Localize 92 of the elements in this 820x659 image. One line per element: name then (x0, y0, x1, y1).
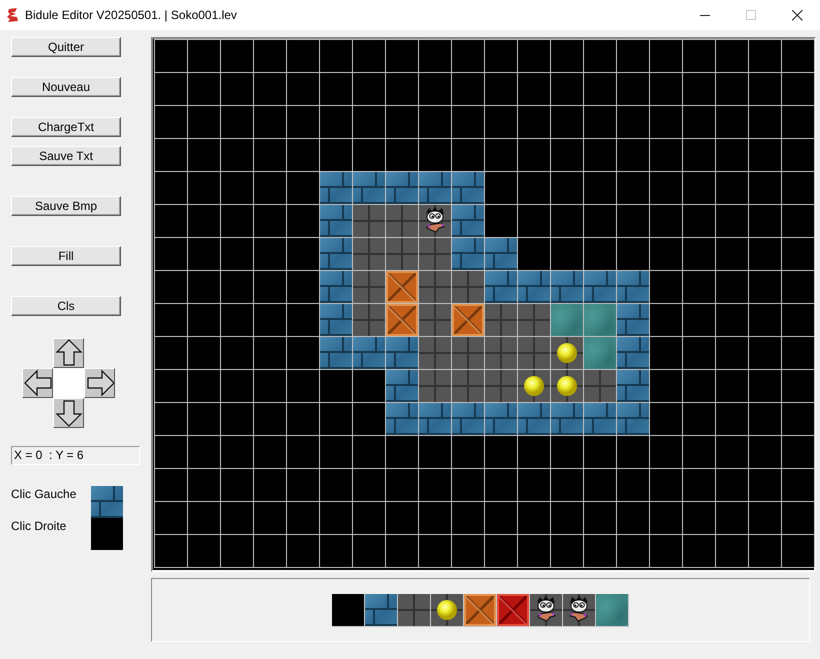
brush-label: Clic Gauche (11, 486, 78, 503)
wall-tile[interactable] (320, 172, 352, 204)
wall-tile[interactable] (320, 205, 352, 237)
close-icon (792, 10, 802, 20)
coordinates-field: X = 0 : Y = 6 (11, 446, 140, 465)
maximize-icon (746, 10, 756, 20)
down-arrow-button[interactable] (53, 398, 84, 428)
wall-tile[interactable] (386, 337, 418, 369)
wall-tile[interactable] (452, 403, 484, 435)
wall-tile[interactable] (551, 271, 583, 303)
wall-tile[interactable] (353, 172, 385, 204)
floor-tile[interactable] (419, 337, 451, 369)
wall-tile[interactable] (584, 271, 616, 303)
floor-tile[interactable] (419, 238, 451, 270)
wall-tile[interactable] (584, 403, 616, 435)
crate-on-goal-tile[interactable] (497, 594, 529, 626)
goal-tile[interactable] (584, 304, 616, 336)
floor-tile[interactable] (518, 304, 550, 336)
ball-tile[interactable] (431, 594, 463, 626)
crate-tile[interactable] (452, 304, 484, 336)
right-arrow-button[interactable] (84, 368, 115, 398)
toolbar-button[interactable]: ChargeTxt (11, 117, 121, 137)
player-tile[interactable] (419, 205, 451, 237)
wall-tile[interactable] (386, 403, 418, 435)
floor-tile[interactable] (419, 304, 451, 336)
ball-tile[interactable] (551, 337, 583, 369)
wall-tile[interactable] (617, 403, 649, 435)
player-tile[interactable] (530, 594, 562, 626)
ball-tile[interactable] (551, 370, 583, 402)
goal-tile[interactable] (584, 337, 616, 369)
toolbar-button[interactable]: Cls (11, 296, 121, 316)
wall-tile[interactable] (518, 403, 550, 435)
goal-tile[interactable] (596, 594, 628, 626)
wall-tile[interactable] (617, 304, 649, 336)
wall-tile[interactable] (386, 370, 418, 402)
crate-tile[interactable] (464, 594, 496, 626)
floor-tile[interactable] (518, 337, 550, 369)
wall-tile[interactable] (518, 271, 550, 303)
wall-tile[interactable] (485, 238, 517, 270)
player-tile[interactable] (563, 594, 595, 626)
toolbar-button[interactable]: Quitter (11, 37, 121, 57)
floor-tile[interactable] (452, 370, 484, 402)
brush-label: Clic Droite (11, 518, 68, 535)
crate-tile[interactable] (386, 271, 418, 303)
floor-tile[interactable] (386, 238, 418, 270)
wall-tile[interactable] (320, 304, 352, 336)
floor-tile[interactable] (584, 370, 616, 402)
wall-tile[interactable] (551, 403, 583, 435)
goal-tile[interactable] (551, 304, 583, 336)
wall-tile[interactable] (320, 271, 352, 303)
toolbar-button[interactable]: Fill (11, 246, 121, 266)
toolbar-button[interactable]: Nouveau (11, 77, 121, 97)
floor-tile[interactable] (485, 337, 517, 369)
up-arrow-button[interactable] (53, 338, 84, 368)
floor-tile[interactable] (353, 205, 385, 237)
wall-tile[interactable] (452, 172, 484, 204)
ball-tile[interactable] (518, 370, 550, 402)
floor-tile[interactable] (485, 304, 517, 336)
empty-brush-swatch (91, 518, 123, 550)
floor-tile[interactable] (353, 271, 385, 303)
wall-tile[interactable] (617, 370, 649, 402)
floor-tile[interactable] (452, 337, 484, 369)
floor-tile[interactable] (419, 370, 451, 402)
window-title: Bidule Editor V20250501. | Soko001.lev (25, 8, 238, 22)
wall-tile[interactable] (617, 337, 649, 369)
wall-tile[interactable] (419, 403, 451, 435)
wall-tile[interactable] (485, 271, 517, 303)
toolbar-button[interactable]: Sauve Bmp (11, 196, 121, 216)
floor-tile[interactable] (353, 238, 385, 270)
arrow-pad-center (53, 368, 84, 398)
wall-tile[interactable] (452, 238, 484, 270)
floor-tile[interactable] (353, 304, 385, 336)
toolbar-button[interactable]: Sauve Txt (11, 146, 121, 166)
floor-tile[interactable] (485, 370, 517, 402)
wall-tile[interactable] (320, 337, 352, 369)
wall-tile[interactable] (419, 172, 451, 204)
wall-tile[interactable] (617, 271, 649, 303)
wall-tile[interactable] (353, 337, 385, 369)
wall-brush-swatch (91, 486, 123, 518)
floor-tile[interactable] (398, 594, 430, 626)
wall-tile[interactable] (320, 238, 352, 270)
wall-tile[interactable] (452, 205, 484, 237)
floor-tile[interactable] (419, 271, 451, 303)
wall-tile[interactable] (365, 594, 397, 626)
floor-tile[interactable] (452, 271, 484, 303)
wall-tile[interactable] (485, 403, 517, 435)
left-arrow-button[interactable] (22, 368, 53, 398)
crate-tile[interactable] (386, 304, 418, 336)
wall-tile[interactable] (386, 172, 418, 204)
level-grid[interactable] (154, 39, 815, 568)
app-icon (7, 8, 19, 22)
floor-tile[interactable] (386, 205, 418, 237)
